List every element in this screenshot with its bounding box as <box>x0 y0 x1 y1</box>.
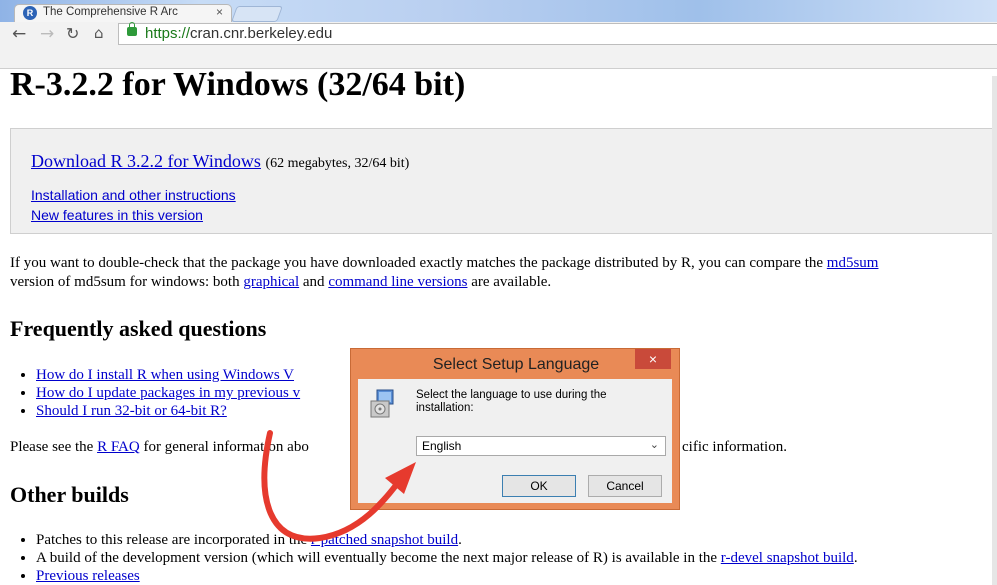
language-select[interactable]: English ⌄ <box>416 436 666 456</box>
list-item: Patches to this release are incorporated… <box>36 531 858 549</box>
previous-releases-link[interactable]: Previous releases <box>36 568 140 584</box>
setup-installer-icon <box>370 389 394 418</box>
ok-button[interactable]: OK <box>502 475 576 497</box>
r-favicon-icon: R <box>23 6 37 20</box>
download-link[interactable]: Download R 3.2.2 for Windows <box>31 151 261 171</box>
r-faq-link[interactable]: R FAQ <box>97 439 140 455</box>
download-box: Download R 3.2.2 for Windows (62 megabyt… <box>10 128 997 234</box>
selected-language: English <box>422 439 462 453</box>
list-item: A build of the development version (whic… <box>36 549 858 567</box>
other-builds-heading: Other builds <box>10 482 129 507</box>
browser-tab[interactable]: R The Comprehensive R Arc × <box>14 4 232 22</box>
faq-install-link[interactable]: How do I install R when using Windows V <box>36 367 294 383</box>
list-item: How do I install R when using Windows V <box>36 366 300 384</box>
tab-title: The Comprehensive R Arc <box>43 6 178 18</box>
forward-arrow-icon[interactable]: → <box>40 24 54 44</box>
download-size-note: (62 megabytes, 32/64 bit) <box>265 156 410 171</box>
chevron-down-icon: ⌄ <box>649 439 659 451</box>
faq-list: How do I install R when using Windows V … <box>18 366 300 420</box>
list-item: Should I run 32-bit or 64-bit R? <box>36 402 300 420</box>
back-arrow-icon[interactable]: ← <box>12 24 26 44</box>
browser-toolbar: ← → ↻ ⌂ https://cran.cnr.berkeley.edu <box>0 22 997 69</box>
r-devel-link[interactable]: r-devel snapshot build <box>721 550 854 566</box>
dialog-close-button[interactable]: × <box>635 349 671 369</box>
rfaq-paragraph: Please see the R FAQ for general informa… <box>10 439 309 455</box>
other-builds-list: Patches to this release are incorporated… <box>18 531 858 585</box>
dialog-body: Select the language to use during the in… <box>358 379 672 503</box>
faq-32-64-link[interactable]: Should I run 32-bit or 64-bit R? <box>36 403 227 419</box>
address-bar[interactable]: https://cran.cnr.berkeley.edu <box>118 22 997 45</box>
download-line: Download R 3.2.2 for Windows (62 megabyt… <box>31 151 409 172</box>
scrollbar[interactable] <box>992 76 997 585</box>
tab-strip: R The Comprehensive R Arc × <box>0 0 997 22</box>
faq-update-link[interactable]: How do I update packages in my previous … <box>36 385 300 401</box>
list-item: How do I update packages in my previous … <box>36 384 300 402</box>
close-tab-icon[interactable]: × <box>216 5 223 19</box>
rfaq-paragraph-tail: cific information. <box>682 439 787 455</box>
cancel-button[interactable]: Cancel <box>588 475 662 497</box>
new-features-link[interactable]: New features in this version <box>31 207 203 223</box>
new-tab-button[interactable] <box>231 6 283 22</box>
faq-heading: Frequently asked questions <box>10 316 267 341</box>
r-patched-link[interactable]: r-patched snapshot build <box>311 532 458 548</box>
reload-icon[interactable]: ↻ <box>66 24 79 43</box>
command-line-versions-link[interactable]: command line versions <box>328 274 467 290</box>
dialog-prompt: Select the language to use during the in… <box>416 389 607 414</box>
home-icon[interactable]: ⌂ <box>94 24 104 42</box>
list-item: Previous releases <box>36 567 858 585</box>
md5sum-link[interactable]: md5sum <box>827 255 879 271</box>
dialog-title: Select Setup Language <box>432 356 600 373</box>
setup-language-dialog: Select Setup Language × Select the langu… <box>350 348 680 510</box>
url-text: https://cran.cnr.berkeley.edu <box>145 25 333 42</box>
installation-instructions-link[interactable]: Installation and other instructions <box>31 187 236 203</box>
md5-paragraph-line1: If you want to double-check that the pac… <box>10 255 879 271</box>
page-title: R-3.2.2 for Windows (32/64 bit) <box>10 66 466 103</box>
lock-icon <box>127 22 137 36</box>
md5-paragraph-line2: version of md5sum for windows: both grap… <box>10 274 552 290</box>
graphical-link[interactable]: graphical <box>243 274 299 290</box>
